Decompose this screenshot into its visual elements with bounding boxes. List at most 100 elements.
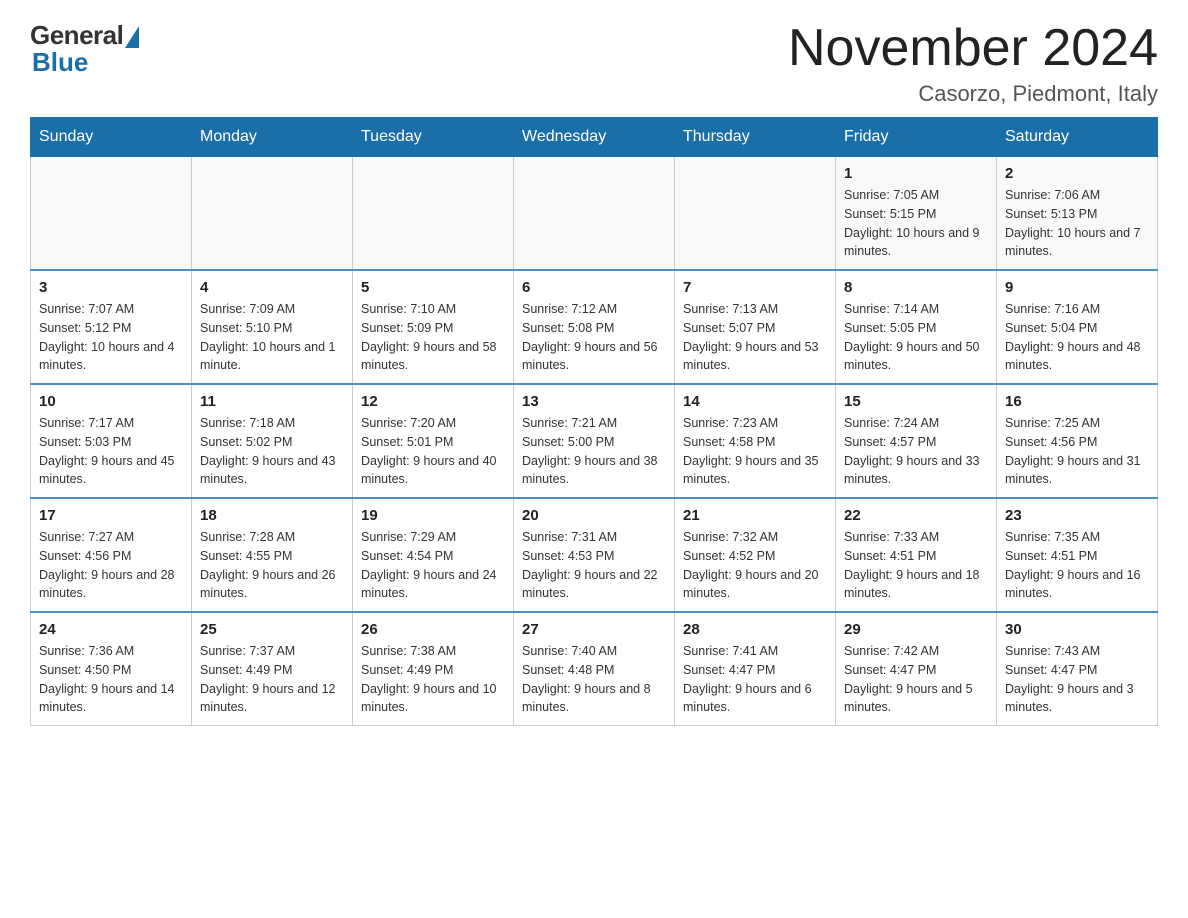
calendar-cell: 23 Sunrise: 7:35 AM Sunset: 4:51 PM Dayli… bbox=[997, 498, 1158, 612]
day-info: Sunrise: 7:38 AM Sunset: 4:49 PM Dayligh… bbox=[361, 642, 505, 717]
day-number: 27 bbox=[522, 621, 666, 638]
day-number: 18 bbox=[200, 507, 344, 524]
day-info: Sunrise: 7:32 AM Sunset: 4:52 PM Dayligh… bbox=[683, 528, 827, 603]
day-number: 25 bbox=[200, 621, 344, 638]
week-row-3: 17Sunrise: 7:27 AM Sunset: 4:56 PM Dayli… bbox=[31, 498, 1158, 612]
week-row-4: 24 Sunrise: 7:36 AM Sunset: 4:50 PM Dayli… bbox=[31, 612, 1158, 726]
day-info: Sunrise: 7:09 AM Sunset: 5:10 PM Dayligh… bbox=[200, 300, 344, 375]
calendar-cell: 12 Sunrise: 7:20 AM Sunset: 5:01 PM Dayli… bbox=[353, 384, 514, 498]
day-number: 10 bbox=[39, 393, 183, 410]
calendar-cell: 5 Sunrise: 7:10 AM Sunset: 5:09 PM Daylig… bbox=[353, 270, 514, 384]
day-info: Sunrise: 7:31 AM Sunset: 4:53 PM Dayligh… bbox=[522, 528, 666, 603]
calendar-cell: 7Sunrise: 7:13 AM Sunset: 5:07 PM Daylig… bbox=[675, 270, 836, 384]
logo: General Blue bbox=[30, 20, 139, 78]
day-number: 3 bbox=[39, 279, 183, 296]
calendar-cell: 28 Sunrise: 7:41 AM Sunset: 4:47 PM Dayli… bbox=[675, 612, 836, 726]
day-number: 19 bbox=[361, 507, 505, 524]
week-row-0: 1 Sunrise: 7:05 AM Sunset: 5:15 PM Daylig… bbox=[31, 157, 1158, 271]
calendar-cell: 1 Sunrise: 7:05 AM Sunset: 5:15 PM Daylig… bbox=[836, 157, 997, 271]
day-number: 8 bbox=[844, 279, 988, 296]
day-info: Sunrise: 7:16 AM Sunset: 5:04 PM Dayligh… bbox=[1005, 300, 1149, 375]
day-info: Sunrise: 7:41 AM Sunset: 4:47 PM Dayligh… bbox=[683, 642, 827, 717]
calendar-cell bbox=[31, 157, 192, 271]
logo-triangle-icon bbox=[125, 26, 139, 48]
calendar-cell: 25Sunrise: 7:37 AM Sunset: 4:49 PM Dayli… bbox=[192, 612, 353, 726]
day-info: Sunrise: 7:20 AM Sunset: 5:01 PM Dayligh… bbox=[361, 414, 505, 489]
day-info: Sunrise: 7:36 AM Sunset: 4:50 PM Dayligh… bbox=[39, 642, 183, 717]
day-info: Sunrise: 7:13 AM Sunset: 5:07 PM Dayligh… bbox=[683, 300, 827, 375]
title-area: November 2024 Casorzo, Piedmont, Italy bbox=[788, 20, 1158, 107]
weekday-header-wednesday: Wednesday bbox=[514, 118, 675, 157]
calendar-cell: 21 Sunrise: 7:32 AM Sunset: 4:52 PM Dayli… bbox=[675, 498, 836, 612]
day-number: 30 bbox=[1005, 621, 1149, 638]
day-info: Sunrise: 7:23 AM Sunset: 4:58 PM Dayligh… bbox=[683, 414, 827, 489]
weekday-header-thursday: Thursday bbox=[675, 118, 836, 157]
weekday-header-row: SundayMondayTuesdayWednesdayThursdayFrid… bbox=[31, 118, 1158, 157]
day-number: 6 bbox=[522, 279, 666, 296]
calendar-table: SundayMondayTuesdayWednesdayThursdayFrid… bbox=[30, 117, 1158, 726]
day-number: 9 bbox=[1005, 279, 1149, 296]
calendar-cell: 19 Sunrise: 7:29 AM Sunset: 4:54 PM Dayli… bbox=[353, 498, 514, 612]
calendar-cell: 20 Sunrise: 7:31 AM Sunset: 4:53 PM Dayli… bbox=[514, 498, 675, 612]
calendar-cell: 29 Sunrise: 7:42 AM Sunset: 4:47 PM Dayli… bbox=[836, 612, 997, 726]
calendar-cell: 26 Sunrise: 7:38 AM Sunset: 4:49 PM Dayli… bbox=[353, 612, 514, 726]
day-info: Sunrise: 7:21 AM Sunset: 5:00 PM Dayligh… bbox=[522, 414, 666, 489]
day-info: Sunrise: 7:06 AM Sunset: 5:13 PM Dayligh… bbox=[1005, 186, 1149, 261]
weekday-header-monday: Monday bbox=[192, 118, 353, 157]
day-info: Sunrise: 7:43 AM Sunset: 4:47 PM Dayligh… bbox=[1005, 642, 1149, 717]
day-number: 24 bbox=[39, 621, 183, 638]
calendar-cell: 18Sunrise: 7:28 AM Sunset: 4:55 PM Dayli… bbox=[192, 498, 353, 612]
day-number: 11 bbox=[200, 393, 344, 410]
day-info: Sunrise: 7:07 AM Sunset: 5:12 PM Dayligh… bbox=[39, 300, 183, 375]
day-info: Sunrise: 7:12 AM Sunset: 5:08 PM Dayligh… bbox=[522, 300, 666, 375]
day-number: 12 bbox=[361, 393, 505, 410]
calendar-cell: 16 Sunrise: 7:25 AM Sunset: 4:56 PM Dayli… bbox=[997, 384, 1158, 498]
day-number: 15 bbox=[844, 393, 988, 410]
calendar-cell: 2 Sunrise: 7:06 AM Sunset: 5:13 PM Daylig… bbox=[997, 157, 1158, 271]
calendar-cell: 15Sunrise: 7:24 AM Sunset: 4:57 PM Dayli… bbox=[836, 384, 997, 498]
day-number: 21 bbox=[683, 507, 827, 524]
day-number: 29 bbox=[844, 621, 988, 638]
calendar-cell: 14Sunrise: 7:23 AM Sunset: 4:58 PM Dayli… bbox=[675, 384, 836, 498]
day-info: Sunrise: 7:35 AM Sunset: 4:51 PM Dayligh… bbox=[1005, 528, 1149, 603]
calendar-cell: 22Sunrise: 7:33 AM Sunset: 4:51 PM Dayli… bbox=[836, 498, 997, 612]
day-info: Sunrise: 7:25 AM Sunset: 4:56 PM Dayligh… bbox=[1005, 414, 1149, 489]
day-info: Sunrise: 7:05 AM Sunset: 5:15 PM Dayligh… bbox=[844, 186, 988, 261]
day-number: 26 bbox=[361, 621, 505, 638]
day-number: 5 bbox=[361, 279, 505, 296]
weekday-header-saturday: Saturday bbox=[997, 118, 1158, 157]
calendar-cell: 30 Sunrise: 7:43 AM Sunset: 4:47 PM Dayli… bbox=[997, 612, 1158, 726]
day-number: 20 bbox=[522, 507, 666, 524]
day-info: Sunrise: 7:14 AM Sunset: 5:05 PM Dayligh… bbox=[844, 300, 988, 375]
calendar-cell bbox=[192, 157, 353, 271]
week-row-2: 10 Sunrise: 7:17 AM Sunset: 5:03 PM Dayli… bbox=[31, 384, 1158, 498]
calendar-cell: 27Sunrise: 7:40 AM Sunset: 4:48 PM Dayli… bbox=[514, 612, 675, 726]
day-info: Sunrise: 7:17 AM Sunset: 5:03 PM Dayligh… bbox=[39, 414, 183, 489]
calendar-cell: 10 Sunrise: 7:17 AM Sunset: 5:03 PM Dayli… bbox=[31, 384, 192, 498]
day-number: 16 bbox=[1005, 393, 1149, 410]
day-number: 28 bbox=[683, 621, 827, 638]
calendar-cell: 13 Sunrise: 7:21 AM Sunset: 5:00 PM Dayli… bbox=[514, 384, 675, 498]
location-text: Casorzo, Piedmont, Italy bbox=[788, 81, 1158, 107]
day-number: 1 bbox=[844, 165, 988, 182]
day-info: Sunrise: 7:27 AM Sunset: 4:56 PM Dayligh… bbox=[39, 528, 183, 603]
calendar-cell bbox=[514, 157, 675, 271]
day-number: 13 bbox=[522, 393, 666, 410]
calendar-cell bbox=[675, 157, 836, 271]
day-info: Sunrise: 7:29 AM Sunset: 4:54 PM Dayligh… bbox=[361, 528, 505, 603]
weekday-header-tuesday: Tuesday bbox=[353, 118, 514, 157]
calendar-cell: 4 Sunrise: 7:09 AM Sunset: 5:10 PM Daylig… bbox=[192, 270, 353, 384]
calendar-cell: 24 Sunrise: 7:36 AM Sunset: 4:50 PM Dayli… bbox=[31, 612, 192, 726]
week-row-1: 3 Sunrise: 7:07 AM Sunset: 5:12 PM Daylig… bbox=[31, 270, 1158, 384]
day-number: 2 bbox=[1005, 165, 1149, 182]
month-title: November 2024 bbox=[788, 20, 1158, 77]
calendar-cell: 9 Sunrise: 7:16 AM Sunset: 5:04 PM Daylig… bbox=[997, 270, 1158, 384]
day-number: 23 bbox=[1005, 507, 1149, 524]
day-number: 4 bbox=[200, 279, 344, 296]
weekday-header-friday: Friday bbox=[836, 118, 997, 157]
page-header: General Blue November 2024 Casorzo, Pied… bbox=[30, 20, 1158, 107]
day-info: Sunrise: 7:10 AM Sunset: 5:09 PM Dayligh… bbox=[361, 300, 505, 375]
day-info: Sunrise: 7:18 AM Sunset: 5:02 PM Dayligh… bbox=[200, 414, 344, 489]
calendar-cell: 11 Sunrise: 7:18 AM Sunset: 5:02 PM Dayli… bbox=[192, 384, 353, 498]
day-info: Sunrise: 7:42 AM Sunset: 4:47 PM Dayligh… bbox=[844, 642, 988, 717]
